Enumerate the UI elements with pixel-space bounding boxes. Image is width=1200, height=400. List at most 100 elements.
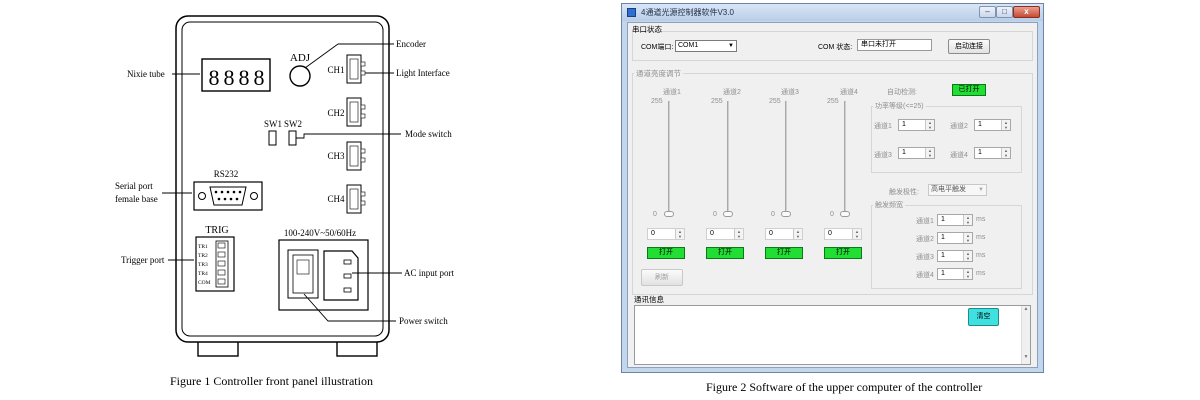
figure-1-caption: Figure 1 Controller front panel illustra… xyxy=(170,374,373,388)
serial-status-title: 串口状态 xyxy=(632,25,662,34)
ac-input-socket xyxy=(323,250,359,301)
trigger-polarity-value: 高电平触发 xyxy=(931,186,966,193)
power-switch xyxy=(287,249,319,299)
channel-3-max: 255 xyxy=(769,98,781,105)
trigger-polarity-label: 触发极性: xyxy=(889,189,919,196)
rs232-label: RS232 xyxy=(214,169,239,179)
power-channel-1-label: 通道1 xyxy=(874,123,892,130)
power-channel-1-value: 1 xyxy=(902,121,906,128)
nixie-tube-display: 8 8 8 8 xyxy=(201,58,271,92)
channel-4-label: 通道4 xyxy=(840,89,858,96)
power-level-group xyxy=(871,106,1022,173)
power-channel-1-input[interactable]: 1 ▲ ▼ xyxy=(898,119,935,131)
trigger-channel-3-value: 1 xyxy=(941,252,945,259)
channel-2-max: 255 xyxy=(711,98,723,105)
encoder-knob xyxy=(289,65,311,87)
channel-4-max: 255 xyxy=(827,98,839,105)
spinner-arrows-icon[interactable]: ▲ ▼ xyxy=(734,229,743,239)
nixie-digit: 8 xyxy=(209,65,220,90)
connect-button[interactable]: 启动连接 xyxy=(948,39,990,54)
channel-2-label: 通道2 xyxy=(723,89,741,96)
spinner-arrows-icon[interactable]: ▲ ▼ xyxy=(852,229,861,239)
channel-4-slider-track xyxy=(844,101,846,213)
controller-software-window: 4通道光源控制器软件V3.0 – □ x 串口状态 COM端口: COM1 ▼ C… xyxy=(621,3,1044,373)
sw1-label: SW1 xyxy=(264,119,282,129)
com-status-label: COM 状态: xyxy=(818,44,853,51)
window-title-bar[interactable]: 4通道光源控制器软件V3.0 – □ x xyxy=(622,4,1043,21)
channel-2-min: 0 xyxy=(713,211,717,218)
trigger-channel-2-input[interactable]: 1 ▲ ▼ xyxy=(937,232,973,244)
channel-1-value: 0 xyxy=(651,230,655,237)
trigger-polarity-select[interactable]: 高电平触发 ▼ xyxy=(928,184,987,196)
trigger-channel-4-label: 通道4 xyxy=(916,272,934,279)
clear-button[interactable]: 清空 xyxy=(968,308,999,326)
channel-2-open-button[interactable]: 打开 xyxy=(706,247,744,259)
spinner-arrows-icon[interactable]: ▲ ▼ xyxy=(1001,148,1010,158)
channel-brightness-title: 通道亮度调节 xyxy=(634,68,683,79)
power-channel-3-label: 通道3 xyxy=(874,152,892,159)
trigger-channel-2-label: 通道2 xyxy=(916,236,934,243)
spinner-arrows-icon[interactable]: ▲ ▼ xyxy=(963,233,972,243)
channel-1-value-input[interactable]: 0 ▲ ▼ xyxy=(647,228,685,240)
sw2-label: SW2 xyxy=(284,119,302,129)
callout-mode-switch: Mode switch xyxy=(405,129,452,139)
auto-detect-toggle[interactable]: 已打开 xyxy=(952,84,986,96)
mode-switch-sw2 xyxy=(288,130,297,146)
trigger-channel-1-label: 通道1 xyxy=(916,218,934,225)
power-channel-2-input[interactable]: 1 ▲ ▼ xyxy=(974,119,1011,131)
ch4-label: CH4 xyxy=(327,194,345,204)
channel-4-slider-thumb[interactable] xyxy=(840,211,850,217)
spinner-arrows-icon[interactable]: ▲ ▼ xyxy=(675,229,684,239)
auto-detect-label: 自动检测: xyxy=(887,89,917,96)
channel-1-open-button[interactable]: 打开 xyxy=(647,247,685,259)
com-port-select[interactable]: COM1 ▼ xyxy=(675,40,737,52)
channel-2-value-input[interactable]: 0 ▲ ▼ xyxy=(706,228,744,240)
trigger-channel-1-input[interactable]: 1 ▲ ▼ xyxy=(937,214,973,226)
channel-3-open-button[interactable]: 打开 xyxy=(765,247,803,259)
channel-3-value-input[interactable]: 0 ▲ ▼ xyxy=(765,228,803,240)
callout-serial-port-line2: female base xyxy=(115,194,158,204)
spinner-arrows-icon[interactable]: ▲ ▼ xyxy=(925,120,934,130)
power-channel-2-value: 1 xyxy=(978,121,982,128)
figure-2-caption: Figure 2 Software of the upper computer … xyxy=(706,380,983,394)
channel-3-label: 通道3 xyxy=(781,89,799,96)
power-level-title: 功率等级(<=25) xyxy=(873,101,926,111)
power-channel-3-input[interactable]: 1 ▲ ▼ xyxy=(898,147,935,159)
spinner-arrows-icon[interactable]: ▲ ▼ xyxy=(925,148,934,158)
channel-1-slider-thumb[interactable] xyxy=(664,211,674,217)
channel-4-value-input[interactable]: 0 ▲ ▼ xyxy=(824,228,862,240)
ch3-label: CH3 xyxy=(327,151,345,161)
spinner-arrows-icon[interactable]: ▲ ▼ xyxy=(793,229,802,239)
close-button[interactable]: x xyxy=(1013,6,1040,18)
spinner-arrows-icon[interactable]: ▲ ▼ xyxy=(1001,120,1010,130)
nixie-digit: 8 xyxy=(224,65,235,90)
com-status-field: 串口未打开 xyxy=(857,39,932,51)
trigger-channel-3-input[interactable]: 1 ▲ ▼ xyxy=(937,250,973,262)
callout-power-switch: Power switch xyxy=(399,316,448,326)
channel-3-slider-thumb[interactable] xyxy=(781,211,791,217)
refresh-button[interactable]: 刷新 xyxy=(641,269,683,286)
trigger-channel-4-input[interactable]: 1 ▲ ▼ xyxy=(937,268,973,280)
maximize-button[interactable]: □ xyxy=(996,6,1013,18)
chevron-down-icon: ▼ xyxy=(978,187,984,193)
trigger-width-title: 触发频宽 xyxy=(873,200,905,210)
spinner-arrows-icon[interactable]: ▲ ▼ xyxy=(963,251,972,261)
callout-light-interface: Light Interface xyxy=(396,68,450,78)
minimize-button[interactable]: – xyxy=(979,6,996,18)
channel-2-value: 0 xyxy=(710,230,714,237)
ch2-label: CH2 xyxy=(327,108,344,118)
window-client-area: 串口状态 COM端口: COM1 ▼ COM 状态: 串口未打开 启动连接 通道亮… xyxy=(627,22,1038,368)
trigger-channel-2-unit: ms xyxy=(976,234,986,241)
spinner-arrows-icon[interactable]: ▲ ▼ xyxy=(963,215,972,225)
power-channel-4-input[interactable]: 1 ▲ ▼ xyxy=(974,147,1011,159)
trigger-channel-3-label: 通道3 xyxy=(916,254,934,261)
channel-4-open-button[interactable]: 打开 xyxy=(824,247,862,259)
message-log-scrollbar[interactable]: ▲ ▼ xyxy=(1021,306,1030,364)
mode-switch-sw1 xyxy=(268,130,277,146)
trig-pin-label: TR4 xyxy=(198,271,208,277)
trigger-channel-1-value: 1 xyxy=(941,216,945,223)
channel-2-slider-thumb[interactable] xyxy=(723,211,733,217)
spinner-arrows-icon[interactable]: ▲ ▼ xyxy=(963,269,972,279)
power-channel-3-value: 1 xyxy=(902,149,906,156)
trigger-channel-2-value: 1 xyxy=(941,234,945,241)
